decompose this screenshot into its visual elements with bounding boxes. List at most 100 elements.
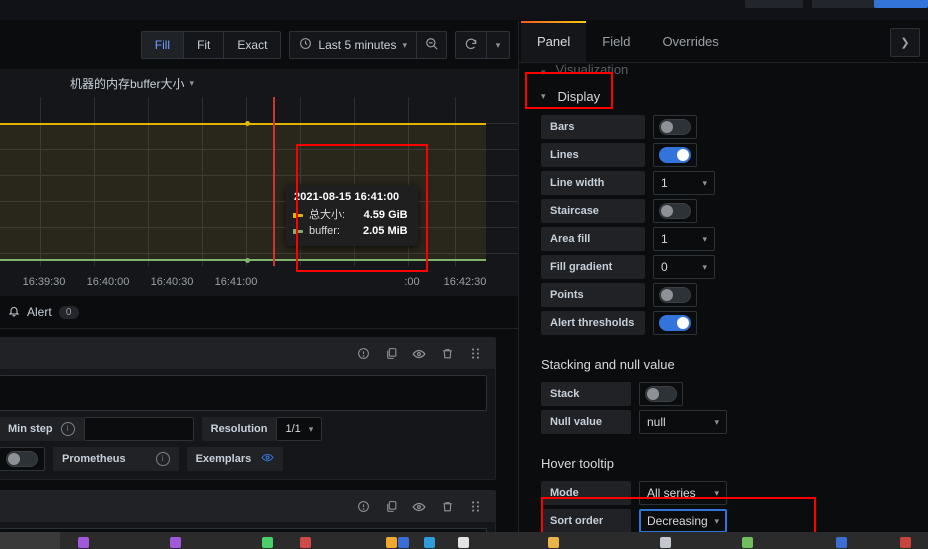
- taskbar-app-icon[interactable]: [742, 537, 753, 548]
- tooltip-series-value: 4.59 GiB: [363, 209, 408, 221]
- x-tick-label: 16:41:00: [214, 276, 258, 288]
- exemplars-pill[interactable]: Exemplars: [186, 447, 284, 471]
- info-circle-icon[interactable]: i: [60, 422, 75, 436]
- bars-toggle[interactable]: [659, 119, 691, 135]
- discard-button[interactable]: [745, 0, 803, 8]
- resolution-select[interactable]: 1/1 ▾: [276, 417, 323, 441]
- line-width-select[interactable]: 1 ▾: [653, 171, 715, 195]
- tooltip-series-label: buffer:: [309, 225, 340, 237]
- panel-header[interactable]: 机器的内存buffer大小 ▾: [0, 69, 518, 97]
- duplicate-icon[interactable]: [384, 500, 398, 514]
- taskbar-app-icon[interactable]: [170, 537, 181, 548]
- drag-handle-icon[interactable]: [468, 347, 482, 361]
- lines-toggle[interactable]: [659, 147, 691, 163]
- exemplar-eye-icon[interactable]: [261, 451, 274, 467]
- datasource-pill[interactable]: Prometheus i: [53, 447, 179, 471]
- area-fill-select[interactable]: 1 ▾: [653, 227, 715, 251]
- chevron-down-icon: ▾: [702, 233, 707, 244]
- drag-handle-icon[interactable]: [468, 500, 482, 514]
- refresh-interval-dropdown[interactable]: ▾: [487, 32, 509, 58]
- instant-toggle[interactable]: [6, 451, 38, 467]
- null-value-select[interactable]: null ▾: [639, 410, 727, 434]
- option-sort-order: Sort order Decreasing ▾: [541, 509, 928, 533]
- taskbar-app-icon[interactable]: [458, 537, 469, 548]
- chevron-down-icon[interactable]: ▾: [189, 78, 194, 88]
- lines-toggle-frame: [653, 143, 697, 167]
- section-visualization-label: Visualization: [555, 63, 629, 77]
- resolution-label: Resolution: [201, 417, 277, 441]
- chevron-down-icon: ▾: [714, 515, 719, 526]
- tab-field[interactable]: Field: [586, 21, 646, 62]
- start-button[interactable]: [0, 532, 60, 549]
- area-fill-value: 1: [661, 232, 668, 246]
- section-visualization[interactable]: ▾ Visualization: [541, 63, 928, 77]
- trash-icon[interactable]: [440, 500, 454, 514]
- info-circle-icon[interactable]: i: [155, 452, 170, 466]
- fit-mode-exact[interactable]: Exact: [224, 32, 281, 58]
- query-expression-input[interactable]: [0, 375, 487, 411]
- windows-taskbar[interactable]: [0, 532, 928, 549]
- taskbar-app-icon[interactable]: [398, 537, 409, 548]
- collapse-options-button[interactable]: ❯: [890, 28, 920, 57]
- option-label: Bars: [541, 115, 645, 139]
- grafana-panel-editor: Fill Fit Exact Last 5 minutes ▾ ▾ 机器的内存b…: [0, 0, 928, 549]
- x-axis: 16:39:30 16:40:00 16:40:30 16:41:00 :00 …: [0, 276, 518, 290]
- time-range-picker[interactable]: Last 5 minutes ▾: [290, 32, 417, 58]
- stack-toggle[interactable]: [645, 386, 677, 402]
- taskbar-app-icon[interactable]: [386, 537, 397, 548]
- option-alert-thresholds: Alert thresholds: [541, 311, 928, 335]
- panel-title: 机器的内存buffer大小: [70, 76, 185, 91]
- series-buffer: [0, 259, 486, 261]
- taskbar-app-icon[interactable]: [660, 537, 671, 548]
- fit-mode-fill[interactable]: Fill: [141, 32, 185, 58]
- fit-mode-group: Fill Fit Exact: [140, 31, 282, 59]
- eye-icon[interactable]: [412, 347, 426, 361]
- info-circle-icon[interactable]: [356, 500, 370, 514]
- points-toggle[interactable]: [659, 287, 691, 303]
- tooltip-mode-select[interactable]: All series ▾: [639, 481, 727, 505]
- alert-count-badge: 0: [58, 305, 79, 319]
- refresh-icon: [464, 37, 478, 54]
- sort-order-select[interactable]: Decreasing ▾: [639, 509, 727, 533]
- taskbar-app-icon[interactable]: [424, 537, 435, 548]
- x-tick-label: :00: [404, 276, 420, 288]
- fit-mode-fit[interactable]: Fit: [184, 32, 225, 58]
- options-pane: Panel Field Overrides ❯ ▾ Visualization …: [518, 21, 928, 549]
- taskbar-app-icon[interactable]: [900, 537, 911, 548]
- info-circle-icon[interactable]: [356, 347, 370, 361]
- x-tick-label: 16:40:30: [150, 276, 194, 288]
- tab-overrides[interactable]: Overrides: [646, 21, 734, 62]
- line-width-value: 1: [661, 176, 668, 190]
- section-display[interactable]: ▾ Display: [541, 77, 928, 115]
- alert-thresholds-toggle[interactable]: [659, 315, 691, 331]
- duplicate-icon[interactable]: [384, 347, 398, 361]
- option-label: Stack: [541, 382, 631, 406]
- taskbar-app-icon[interactable]: [548, 537, 559, 548]
- tooltip-options: Mode All series ▾ Sort order Decreasing …: [541, 481, 928, 533]
- staircase-toggle[interactable]: [659, 203, 691, 219]
- tooltip-row: 总大小: 4.59 GiB: [293, 207, 408, 223]
- refresh-button[interactable]: [456, 32, 487, 58]
- chevron-down-icon: ▾: [541, 90, 546, 101]
- chevron-down-icon: ▾: [541, 67, 546, 77]
- query-options-row: Min step i Resolution 1/1 ▾: [0, 417, 495, 449]
- min-step-input[interactable]: [83, 417, 194, 441]
- eye-icon[interactable]: [412, 500, 426, 514]
- options-scroll[interactable]: ▾ Visualization ▾ Display Bars Lines Lin…: [519, 63, 928, 549]
- taskbar-app-icon[interactable]: [300, 537, 311, 548]
- tooltip-series-value: 2.05 MiB: [363, 225, 408, 237]
- taskbar-app-icon[interactable]: [836, 537, 847, 548]
- taskbar-app-icon[interactable]: [78, 537, 89, 548]
- tab-panel[interactable]: Panel: [521, 21, 587, 62]
- taskbar-app-icon[interactable]: [262, 537, 273, 548]
- series-color-swatch: [293, 212, 303, 218]
- instant-toggle-frame: [0, 447, 45, 471]
- apply-button[interactable]: [874, 0, 928, 8]
- option-stack: Stack: [541, 382, 928, 406]
- plot-area[interactable]: 16:39:30 16:40:00 16:40:30 16:41:00 :00 …: [0, 97, 518, 296]
- tab-alert[interactable]: Alert 0: [4, 305, 83, 320]
- query-header: [0, 338, 495, 369]
- fill-gradient-select[interactable]: 0 ▾: [653, 255, 715, 279]
- trash-icon[interactable]: [440, 347, 454, 361]
- zoom-out-button[interactable]: [417, 32, 446, 58]
